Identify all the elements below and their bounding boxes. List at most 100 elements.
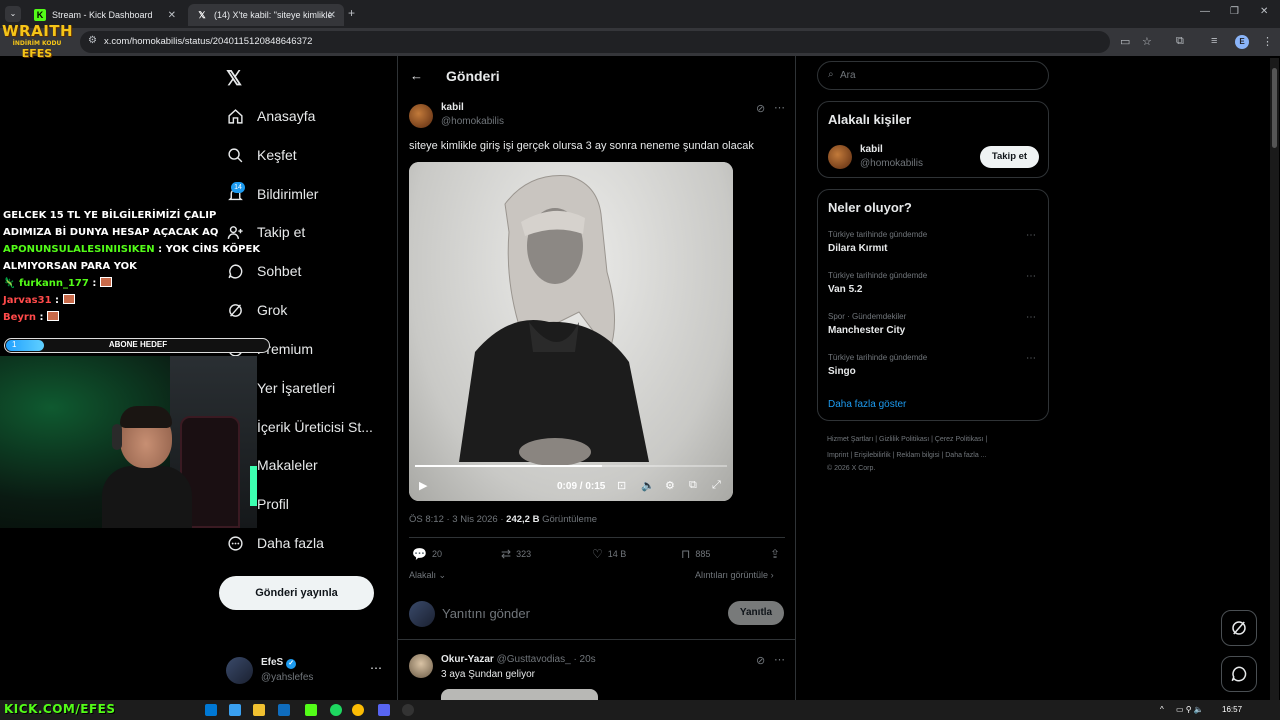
trend-item[interactable]: Türkiye tarihinde gündemde Van 5.2 ⋯ — [828, 271, 1042, 303]
url-input[interactable]: ⚙ x.com/homokabilis/status/2040115120848… — [80, 31, 1110, 53]
chrome-icon[interactable] — [352, 704, 364, 716]
extensions-icon[interactable]: ⧉ — [1176, 35, 1184, 48]
trend-item[interactable]: Türkiye tarihinde gündemde Dilara Kırmıt ⋯ — [828, 230, 1042, 262]
reply-submit-button[interactable]: Yanıtla — [728, 601, 784, 625]
messages-button[interactable] — [1221, 656, 1257, 692]
chat-message: Beyrn : — [3, 309, 261, 326]
person-name[interactable]: kabil — [860, 144, 883, 155]
close-tab-icon[interactable]: ✕ — [168, 10, 176, 21]
x-logo-icon[interactable]: 𝕏 — [226, 66, 242, 91]
like-button[interactable]: ♡ 14 B — [592, 547, 626, 561]
obs-icon[interactable] — [402, 704, 414, 716]
more-options-icon[interactable]: ⋯ — [1026, 230, 1036, 241]
grok-icon — [1232, 621, 1246, 635]
kick-icon[interactable] — [305, 704, 317, 716]
trend-item[interactable]: Türkiye tarihinde gündemde Singo ⋯ — [828, 353, 1042, 385]
fullscreen-icon[interactable]: ⤢ — [712, 479, 721, 492]
more-options-icon[interactable]: ⋯ — [774, 101, 785, 114]
avatar[interactable] — [409, 104, 433, 128]
new-tab-icon[interactable]: + — [348, 6, 355, 20]
more-options-icon[interactable]: ⋯ — [370, 661, 382, 675]
follow-button[interactable]: Takip et — [980, 146, 1039, 168]
close-window-icon[interactable]: ✕ — [1260, 6, 1268, 17]
reading-list-icon[interactable]: ≡ — [1211, 35, 1217, 47]
nav-explore[interactable]: Keşfet — [226, 140, 297, 170]
sort-replies-dropdown[interactable]: Alakalı ⌄ — [409, 570, 446, 581]
trend-item[interactable]: Spor · Gündemdekiler Manchester City ⋯ — [828, 312, 1042, 344]
app-icon[interactable] — [205, 704, 217, 716]
tab-search-dropdown[interactable]: ⌄ — [5, 6, 21, 22]
tab-x-post[interactable]: 𝕏 (14) X'te kabil: "siteye kimlikle g ✕ — [188, 4, 344, 26]
repost-button[interactable]: ⇄ 323 — [501, 547, 531, 561]
minimize-icon[interactable]: — — [1200, 6, 1210, 17]
share-button[interactable]: ⇪ — [770, 547, 785, 561]
search-placeholder: Ara — [840, 70, 856, 81]
tray-chevron-icon[interactable]: ^ — [1160, 705, 1164, 714]
more-options-icon[interactable]: ⋯ — [774, 653, 785, 666]
app-icon[interactable] — [229, 704, 241, 716]
reply-input[interactable]: Yanıtını gönder — [442, 606, 530, 621]
author-handle[interactable]: @homokabilis — [441, 116, 504, 127]
search-input[interactable]: ⌕ Ara — [817, 61, 1049, 90]
account-switcher[interactable]: EfeS ✓ @yahslefes ⋯ — [226, 655, 386, 687]
restore-icon[interactable]: ❐ — [1230, 6, 1239, 17]
scrollbar[interactable] — [1270, 58, 1279, 720]
tray-icons[interactable]: ▭ ⚲ 🔈 — [1176, 705, 1204, 714]
site-info-icon[interactable]: ⚙ — [88, 35, 97, 46]
avatar[interactable] — [828, 145, 852, 169]
more-options-icon[interactable]: ⋯ — [1026, 353, 1036, 364]
relevant-people-card: Alakalı kişiler kabil @homokabilis Takip… — [817, 101, 1049, 178]
reply-button[interactable]: 💬 20 — [412, 547, 442, 561]
grok-icon[interactable]: ⊘ — [756, 102, 765, 115]
video-progress-bar[interactable] — [415, 465, 727, 467]
repost-count: 323 — [516, 549, 532, 559]
footer-links[interactable]: Imprint | Erişilebilirlik | Reklam bilgi… — [827, 452, 987, 459]
person-handle[interactable]: @homokabilis — [860, 158, 923, 169]
back-arrow-icon[interactable]: ← — [410, 68, 423, 83]
address-bar: ⚙ x.com/homokabilis/status/2040115120848… — [0, 28, 1280, 56]
nav-home[interactable]: Anasayfa — [226, 101, 315, 131]
app-icon[interactable] — [278, 704, 290, 716]
bookmark-button[interactable]: ⊓ 885 — [681, 547, 710, 561]
nav-label: Takip et — [257, 224, 306, 240]
tweet-timestamp[interactable]: ÖS 8:12 · 3 Nis 2026 · — [409, 514, 506, 525]
nav-label: İçerik Üreticisi St... — [257, 419, 373, 435]
footer-links[interactable]: Hizmet Şartları | Gizlilik Politikası | … — [827, 436, 987, 443]
nav-label: Sohbet — [257, 263, 302, 279]
volume-icon[interactable]: 🔈 — [641, 479, 655, 492]
avatar[interactable] — [409, 654, 433, 678]
more-options-icon[interactable]: ⋯ — [1026, 312, 1036, 323]
account-handle: @yahslefes — [261, 672, 314, 683]
pip-icon[interactable]: ⧉ — [689, 479, 697, 492]
bookmark-star-icon[interactable]: ☆ — [1142, 35, 1152, 48]
kick-url-banner: KICK.COM/EFES — [4, 702, 116, 716]
reply-count: 20 — [431, 549, 442, 559]
author-name[interactable]: kabil — [441, 102, 464, 113]
spotify-icon[interactable] — [330, 704, 342, 716]
grok-button[interactable] — [1221, 610, 1257, 646]
webcam-feed — [0, 356, 257, 528]
cast-icon[interactable]: ▭ — [1120, 35, 1130, 48]
folder-icon[interactable] — [253, 704, 265, 716]
settings-icon[interactable]: ⚙ — [665, 479, 675, 492]
reply-author-name[interactable]: Okur-Yazar @Gusttavodias_ · 20s — [441, 654, 596, 665]
nav-more[interactable]: Daha fazla — [226, 528, 324, 558]
captions-icon[interactable]: ⊡ — [617, 479, 626, 492]
menu-icon[interactable]: ⋮ — [1262, 35, 1273, 48]
tab-title: Stream - Kick Dashboard — [52, 10, 153, 20]
chat-message: 🦎 furkann_177 : — [3, 275, 261, 292]
grok-icon[interactable]: ⊘ — [756, 654, 765, 667]
view-quotes-link[interactable]: Alıntıları görüntüle › — [695, 570, 774, 580]
share-icon: ⇪ — [770, 547, 781, 561]
tweet-text: siteye kimlikle giriş işi gerçek olursa … — [409, 140, 754, 152]
profile-avatar[interactable]: E — [1235, 35, 1249, 49]
post-button[interactable]: Gönderi yayınla — [219, 576, 374, 610]
more-options-icon[interactable]: ⋯ — [1026, 271, 1036, 282]
tweet-video[interactable]: ▶ 0:09 / 0:15 ⊡ 🔈 ⚙ ⧉ ⤢ — [409, 162, 733, 501]
discord-icon[interactable] — [378, 704, 390, 716]
play-icon[interactable]: ▶ — [419, 479, 427, 492]
x-icon: 𝕏 — [198, 9, 206, 20]
close-tab-icon[interactable]: ✕ — [328, 10, 336, 21]
clock[interactable]: 16:57 — [1222, 705, 1242, 714]
show-more-link[interactable]: Daha fazla göster — [828, 399, 906, 410]
